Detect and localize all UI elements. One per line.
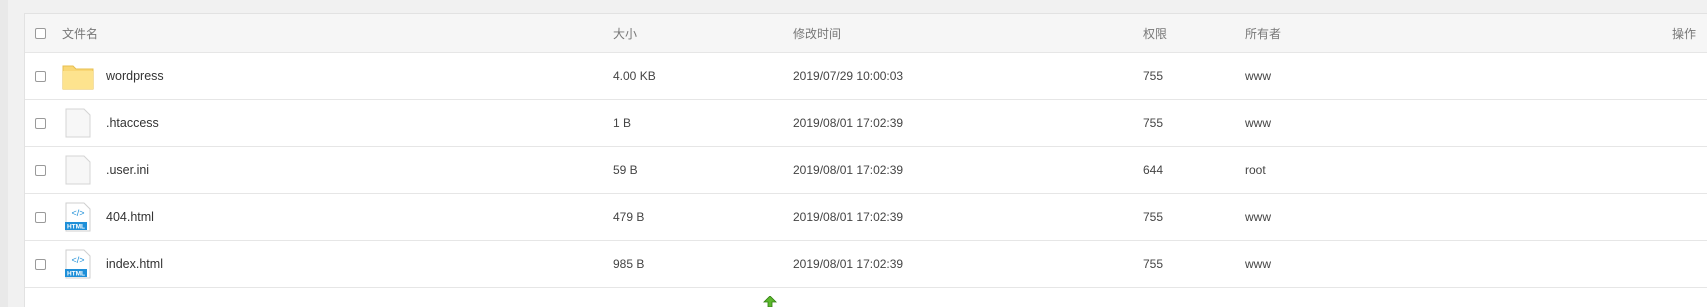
file-name[interactable]: 404.html <box>106 210 154 224</box>
file-owner[interactable]: root <box>1245 147 1266 193</box>
file-owner[interactable]: www <box>1245 194 1271 240</box>
svg-text:HTML: HTML <box>67 271 85 278</box>
file-icon <box>62 108 94 138</box>
file-modified: 2019/07/29 10:00:03 <box>793 69 904 83</box>
file-modified: 2019/08/01 17:02:39 <box>793 116 904 130</box>
header-owner[interactable]: 所有者 <box>1245 14 1281 52</box>
file-owner[interactable]: www <box>1245 53 1271 99</box>
file-modified: 2019/08/01 17:02:39 <box>793 257 904 271</box>
file-row[interactable]: .user.ini 59 B 2019/08/01 17:02:39 644 root <box>25 147 1707 194</box>
row-checkbox[interactable] <box>35 211 46 223</box>
file-name-cell[interactable]: wordpress <box>62 53 164 99</box>
file-row[interactable]: .htaccess 1 B 2019/08/01 17:02:39 755 www <box>25 100 1707 147</box>
left-panel-edge <box>0 0 8 307</box>
file-name-cell[interactable]: .htaccess <box>62 100 159 146</box>
file-name[interactable]: wordpress <box>106 69 164 83</box>
file-icon <box>62 155 94 185</box>
row-checkbox-cell <box>35 194 51 240</box>
file-row[interactable]: </> HTML 404.html 479 B 2019/08/01 17:02:39 7… <box>25 194 1707 241</box>
file-row[interactable]: wordpress 4.00 KB 2019/07/29 10:00:03 755 ww… <box>25 53 1707 100</box>
row-checkbox-cell <box>35 53 51 99</box>
file-size: 59 B <box>613 163 638 177</box>
html-file-icon: </> HTML <box>62 249 94 279</box>
file-list-table: 文件名 大小 修改时间 权限 所有者 操作 wordpress 4.00 KB 20… <box>24 13 1707 307</box>
select-all-cell <box>35 14 51 52</box>
html-symbol: </> <box>71 208 84 218</box>
file-permissions[interactable]: 755 <box>1143 100 1163 146</box>
file-row[interactable]: </> HTML index.html 985 B 2019/08/01 17:02:3… <box>25 241 1707 288</box>
header-permissions[interactable]: 权限 <box>1143 14 1167 52</box>
header-modified[interactable]: 修改时间 <box>793 14 841 52</box>
html-symbol: </> <box>71 255 84 265</box>
row-checkbox[interactable] <box>35 164 46 176</box>
file-size: 985 B <box>613 257 645 271</box>
header-size[interactable]: 大小 <box>613 14 637 52</box>
file-name-cell[interactable]: </> HTML index.html <box>62 241 163 287</box>
file-permissions[interactable]: 755 <box>1143 241 1163 287</box>
file-size: 4.00 KB <box>613 69 656 83</box>
file-permissions[interactable]: 644 <box>1143 147 1163 193</box>
row-checkbox-cell <box>35 100 51 146</box>
file-name[interactable]: .htaccess <box>106 116 159 130</box>
move-cursor-icon <box>763 296 777 307</box>
row-checkbox[interactable] <box>35 258 46 270</box>
row-checkbox-cell <box>35 241 51 287</box>
row-checkbox[interactable] <box>35 70 46 82</box>
row-checkbox-cell <box>35 147 51 193</box>
file-modified: 2019/08/01 17:02:39 <box>793 163 904 177</box>
select-all-checkbox[interactable] <box>35 27 46 39</box>
file-permissions[interactable]: 755 <box>1143 194 1163 240</box>
row-checkbox[interactable] <box>35 117 46 129</box>
file-size: 1 B <box>613 116 632 130</box>
html-file-icon: </> HTML <box>62 202 94 232</box>
file-permissions[interactable]: 755 <box>1143 53 1163 99</box>
svg-text:HTML: HTML <box>67 224 85 231</box>
file-modified: 2019/08/01 17:02:39 <box>793 210 904 224</box>
file-owner[interactable]: www <box>1245 100 1271 146</box>
header-operations: 操作 <box>1671 26 1696 41</box>
header-name[interactable]: 文件名 <box>62 14 98 52</box>
file-name[interactable]: index.html <box>106 257 163 271</box>
file-name[interactable]: .user.ini <box>106 163 149 177</box>
folder-icon <box>62 61 94 91</box>
file-name-cell[interactable]: .user.ini <box>62 147 149 193</box>
file-name-cell[interactable]: </> HTML 404.html <box>62 194 154 240</box>
file-size: 479 B <box>613 210 645 224</box>
file-owner[interactable]: www <box>1245 241 1271 287</box>
table-header: 文件名 大小 修改时间 权限 所有者 操作 <box>25 14 1707 53</box>
